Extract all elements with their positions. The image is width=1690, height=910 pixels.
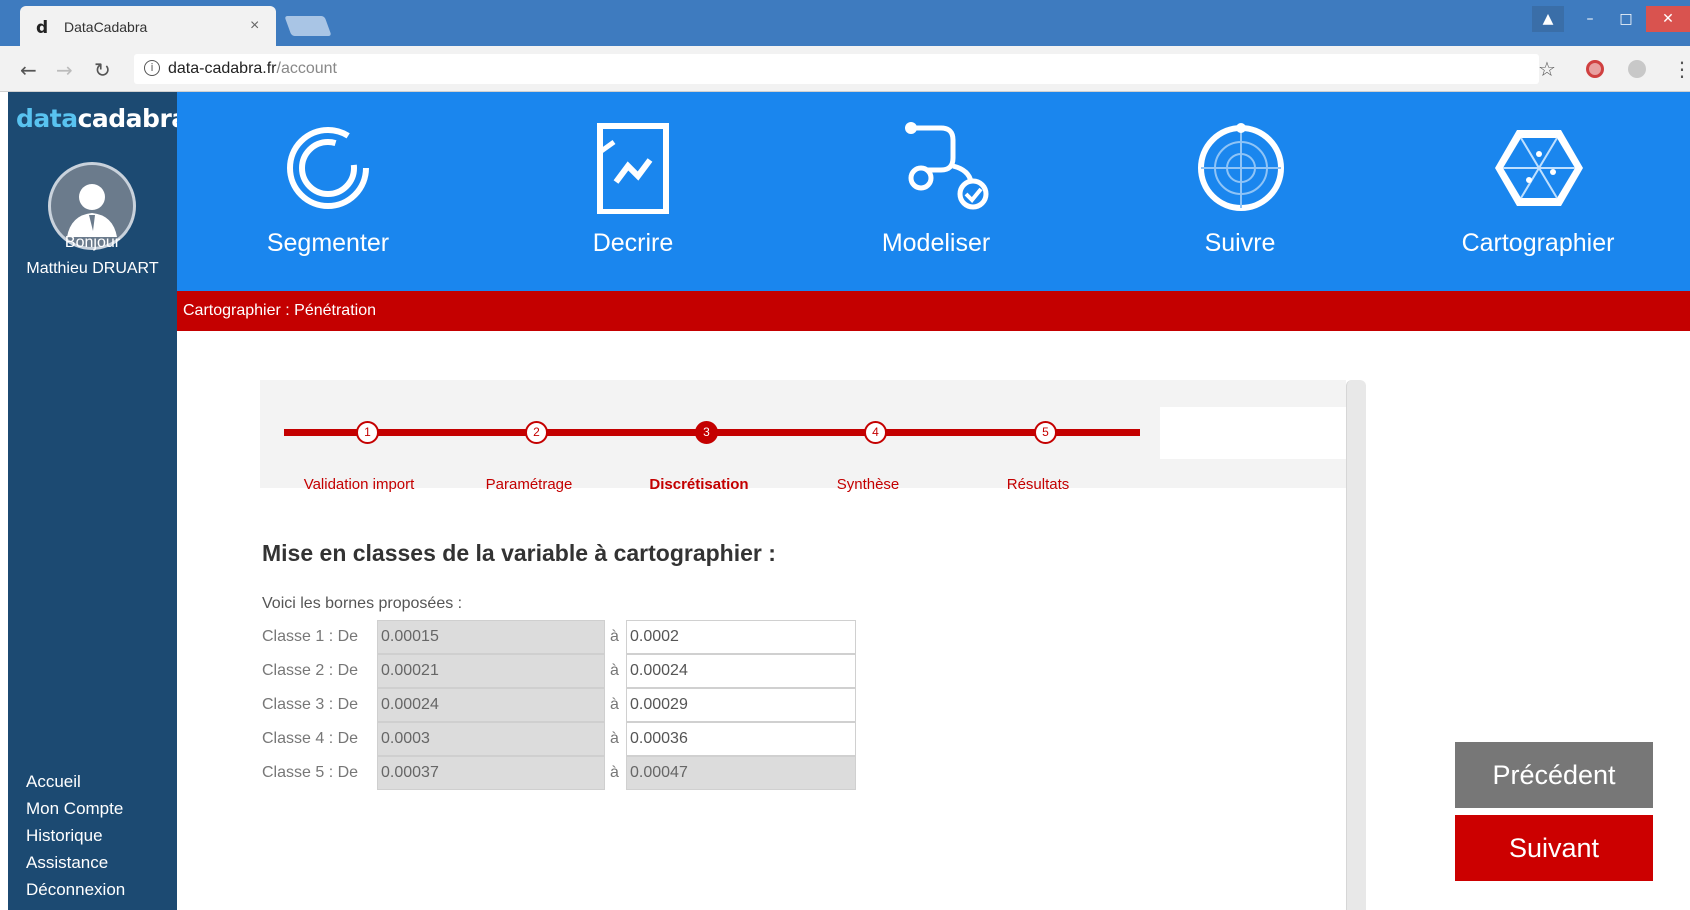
- user-name: Matthieu DRUART: [26, 260, 159, 277]
- bookmark-star-icon[interactable]: ☆: [1538, 57, 1556, 81]
- minimize-icon[interactable]: –: [1574, 6, 1606, 32]
- nav-modeliser[interactable]: Modeliser: [785, 92, 1087, 291]
- nav-label: Suivre: [1204, 229, 1276, 257]
- nav-label: Segmenter: [266, 229, 390, 257]
- url-path: /account: [276, 60, 337, 77]
- step-5-circle[interactable]: 5: [1034, 421, 1057, 444]
- range-separator: à: [610, 730, 619, 747]
- nav-label: Cartographier: [1461, 229, 1615, 257]
- greeting-text: Bonjour: [64, 234, 121, 251]
- class-label: Classe 1 : De: [262, 628, 359, 645]
- extension-icon[interactable]: [1586, 60, 1604, 78]
- step-1-circle[interactable]: 1: [356, 421, 379, 444]
- nav-label: Modeliser: [881, 229, 991, 257]
- breadcrumb: Cartographier : Pénétration: [177, 291, 1690, 331]
- reload-icon[interactable]: ↻: [94, 58, 111, 82]
- sidebar-item-mon-compte[interactable]: Mon Compte: [26, 795, 125, 822]
- sidebar: datacadabra Bonjour Matthieu DRUART Accu…: [8, 92, 188, 910]
- class-label: Classe 3 : De: [262, 696, 359, 713]
- top-nav: Segmenter Decrire Modeliser Suivre Carto…: [177, 92, 1690, 291]
- class-from-field: 0.00024: [377, 688, 605, 722]
- browser-menu-icon[interactable]: ⋮: [1672, 57, 1690, 81]
- nav-cartographier[interactable]: Cartographier: [1387, 92, 1689, 291]
- previous-button[interactable]: Précédent: [1455, 742, 1653, 808]
- class-label: Classe 4 : De: [262, 730, 359, 747]
- section-title: Mise en classes de la variable à cartogr…: [262, 540, 776, 566]
- close-window-icon[interactable]: ✕: [1646, 6, 1690, 32]
- url-input[interactable]: i data-cadabra.fr/account: [134, 54, 1539, 84]
- nav-label: Decrire: [592, 229, 674, 257]
- class-to-field: 0.00047: [626, 756, 856, 790]
- step-2-circle[interactable]: 2: [525, 421, 548, 444]
- class-row: Classe 1 : De 0.00015 à 0.0002: [262, 620, 862, 654]
- extension-icon[interactable]: [1628, 60, 1646, 78]
- sidebar-menu: Accueil Mon Compte Historique Assistance…: [26, 768, 125, 903]
- browser-tab-bar: d DataCadabra × ▲ – □ ✕: [0, 0, 1690, 46]
- class-label: Classe 5 : De: [262, 764, 359, 781]
- back-icon[interactable]: ←: [20, 58, 37, 82]
- forward-icon[interactable]: →: [56, 58, 73, 82]
- class-to-field[interactable]: 0.00024: [626, 654, 856, 688]
- app-root: { "browser": { "tab_title": "DataCadabra…: [0, 0, 1690, 910]
- maximize-icon[interactable]: □: [1610, 6, 1642, 32]
- radar-icon: [1198, 123, 1284, 211]
- range-separator: à: [610, 662, 619, 679]
- document-chart-icon: [597, 123, 669, 214]
- range-separator: à: [610, 628, 619, 645]
- class-to-field[interactable]: 0.00036: [626, 722, 856, 756]
- class-from-field: 0.0003: [377, 722, 605, 756]
- scrollbar[interactable]: [1346, 380, 1366, 910]
- map-hexagon-icon: [1495, 130, 1583, 206]
- range-separator: à: [610, 696, 619, 713]
- sidebar-item-accueil[interactable]: Accueil: [26, 768, 125, 795]
- class-to-field[interactable]: 0.00029: [626, 688, 856, 722]
- class-from-field: 0.00015: [377, 620, 605, 654]
- class-row: Classe 2 : De 0.00021 à 0.00024: [262, 654, 862, 688]
- class-row: Classe 5 : De 0.00037 à 0.00047: [262, 756, 862, 790]
- browser-tab[interactable]: d DataCadabra ×: [20, 6, 276, 46]
- model-path-icon: [905, 122, 989, 210]
- browser-address-bar: ← → ↻ i data-cadabra.fr/account ☆ ⋮: [0, 46, 1690, 92]
- class-from-field: 0.00037: [377, 756, 605, 790]
- class-row: Classe 3 : De 0.00024 à 0.00029: [262, 688, 862, 722]
- tab-title: DataCadabra: [64, 19, 148, 35]
- info-icon[interactable]: i: [144, 60, 160, 76]
- step-4-circle[interactable]: 4: [864, 421, 887, 444]
- nav-suivre[interactable]: Suivre: [1089, 92, 1391, 291]
- sidebar-item-assistance[interactable]: Assistance: [26, 849, 125, 876]
- range-separator: à: [610, 764, 619, 781]
- step-3-circle[interactable]: 3: [695, 421, 718, 444]
- sidebar-item-deconnexion[interactable]: Déconnexion: [26, 876, 125, 903]
- nav-segmenter[interactable]: Segmenter: [177, 92, 479, 291]
- class-label: Classe 2 : De: [262, 662, 359, 679]
- class-to-field[interactable]: 0.0002: [626, 620, 856, 654]
- new-tab-button[interactable]: [284, 16, 332, 36]
- tab-close-icon[interactable]: ×: [250, 17, 259, 35]
- class-row: Classe 4 : De 0.0003 à 0.00036: [262, 722, 862, 756]
- url-host: data-cadabra.fr: [168, 60, 277, 77]
- class-from-field: 0.00021: [377, 654, 605, 688]
- next-button[interactable]: Suivant: [1455, 815, 1653, 881]
- segment-ring-icon: [287, 127, 369, 209]
- nav-decrire[interactable]: Decrire: [482, 92, 784, 291]
- sidebar-item-historique[interactable]: Historique: [26, 822, 125, 849]
- step-5-label[interactable]: Résultats: [938, 476, 1138, 493]
- app-logo[interactable]: datacadabra: [16, 104, 188, 133]
- user-profile-icon[interactable]: ▲: [1532, 6, 1564, 32]
- favicon-icon: d: [36, 18, 49, 38]
- intro-text: Voici les bornes proposées :: [262, 595, 463, 612]
